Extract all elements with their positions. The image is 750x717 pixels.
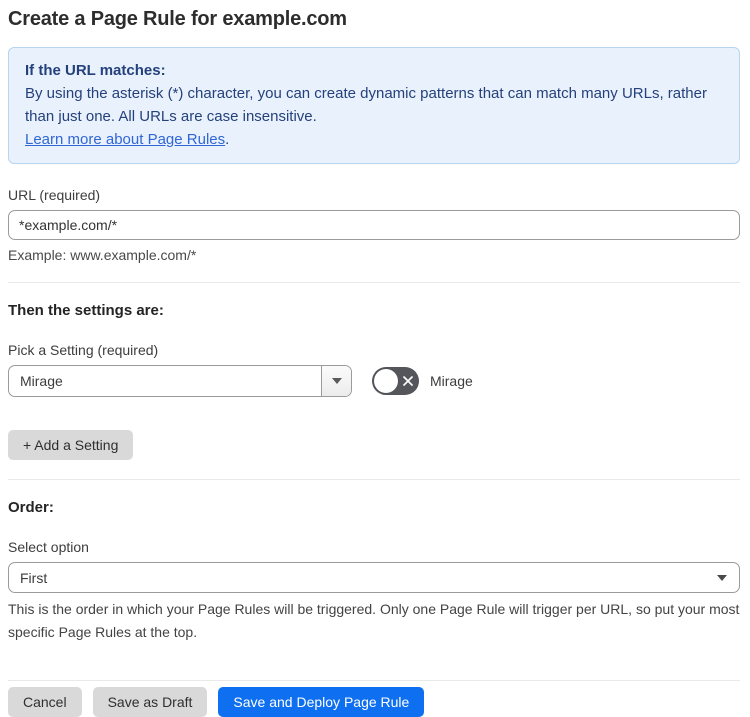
- order-helper: This is the order in which your Page Rul…: [8, 601, 740, 640]
- divider: [8, 680, 740, 681]
- mirage-toggle[interactable]: [372, 367, 419, 395]
- setting-dropdown[interactable]: Mirage: [8, 365, 352, 397]
- order-select[interactable]: First: [8, 562, 740, 593]
- info-box-heading: If the URL matches:: [25, 62, 166, 79]
- info-link-line: Learn more about Page Rules.: [25, 128, 723, 151]
- info-box-body: By using the asterisk (*) character, you…: [25, 85, 707, 125]
- create-page-rule-panel: Create a Page Rule for example.com If th…: [0, 0, 750, 717]
- toggle-knob: [374, 369, 398, 393]
- x-icon: [403, 376, 413, 386]
- select-option-label: Select option: [8, 539, 89, 555]
- divider: [8, 479, 740, 480]
- chevron-down-icon: [331, 378, 342, 384]
- mirage-toggle-group: Mirage: [372, 367, 473, 395]
- pick-setting-label: Pick a Setting (required): [8, 342, 159, 358]
- setting-dropdown-value: Mirage: [20, 373, 63, 389]
- page-title: Create a Page Rule for example.com: [8, 8, 347, 30]
- add-setting-button[interactable]: + Add a Setting: [8, 430, 134, 460]
- cancel-button[interactable]: Cancel: [8, 687, 82, 717]
- save-deploy-button[interactable]: Save and Deploy Page Rule: [218, 687, 425, 717]
- setting-dropdown-arrow-button[interactable]: [321, 366, 351, 396]
- settings-heading: Then the settings are:: [8, 302, 164, 319]
- url-label: URL (required): [8, 187, 101, 203]
- toggle-label: Mirage: [430, 373, 473, 389]
- order-heading: Order:: [8, 499, 54, 516]
- url-match-info-box: If the URL matches: By using the asteris…: [8, 47, 740, 164]
- learn-more-link[interactable]: Learn more about Page Rules: [25, 131, 225, 148]
- setting-row: Mirage Mirage: [8, 365, 740, 397]
- save-draft-button[interactable]: Save as Draft: [92, 687, 208, 717]
- chevron-down-icon: [717, 574, 727, 581]
- url-helper: Example: www.example.com/*: [8, 247, 197, 263]
- divider: [8, 282, 740, 283]
- url-input[interactable]: [8, 210, 740, 240]
- footer-actions: Cancel Save as Draft Save and Deploy Pag…: [8, 687, 740, 717]
- order-select-value: First: [20, 569, 48, 586]
- link-suffix: .: [225, 131, 230, 148]
